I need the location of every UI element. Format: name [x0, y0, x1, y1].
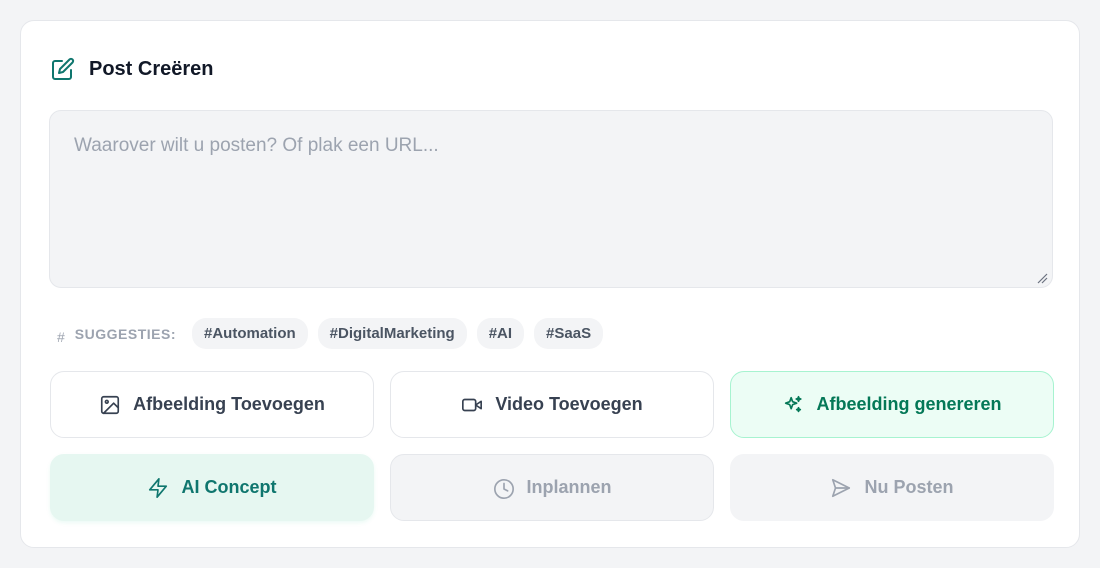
ai-concept-button[interactable]: AI Concept — [50, 454, 374, 521]
hashtag-suggestions: # SUGGESTIES: #Automation #DigitalMarket… — [57, 318, 604, 349]
hashtag-chip-ai[interactable]: #AI — [476, 318, 525, 349]
hashtag-chip-digitalmarketing[interactable]: #DigitalMarketing — [317, 318, 467, 349]
add-image-button[interactable]: Afbeelding Toevoegen — [50, 371, 374, 438]
lightning-icon — [147, 477, 169, 499]
edit-icon — [51, 57, 75, 81]
post-now-button[interactable]: Nu Posten — [730, 454, 1054, 521]
image-icon — [99, 394, 121, 416]
post-now-label: Nu Posten — [864, 477, 954, 497]
resize-handle-icon[interactable] — [1036, 271, 1048, 284]
suggestions-label: SUGGESTIES: — [74, 325, 176, 342]
clock-icon — [493, 477, 515, 499]
ai-concept-label: AI Concept — [181, 477, 277, 497]
generate-image-label: Afbeelding genereren — [816, 394, 1002, 414]
post-composer-input[interactable] — [50, 111, 1052, 287]
hashtag-icon: # — [57, 328, 65, 345]
add-image-label: Afbeelding Toevoegen — [133, 394, 325, 414]
generate-image-button[interactable]: Afbeelding genereren — [730, 371, 1054, 438]
composer-field-wrapper — [49, 110, 1053, 288]
add-video-button[interactable]: Video Toevoegen — [390, 371, 714, 438]
create-post-card: Post Creëren # SUGGESTIES: #Automation #… — [20, 20, 1080, 548]
schedule-label: Inplannen — [526, 477, 612, 497]
page-title: Post Creëren — [89, 57, 214, 80]
send-icon — [830, 477, 852, 499]
card-header: Post Creëren — [51, 57, 214, 81]
hashtag-chip-automation[interactable]: #Automation — [191, 318, 308, 349]
schedule-button[interactable]: Inplannen — [390, 454, 714, 521]
video-icon — [461, 394, 483, 416]
sparkles-icon — [782, 394, 804, 416]
add-video-label: Video Toevoegen — [495, 394, 643, 414]
hashtag-chip-saas[interactable]: #SaaS — [534, 318, 604, 349]
